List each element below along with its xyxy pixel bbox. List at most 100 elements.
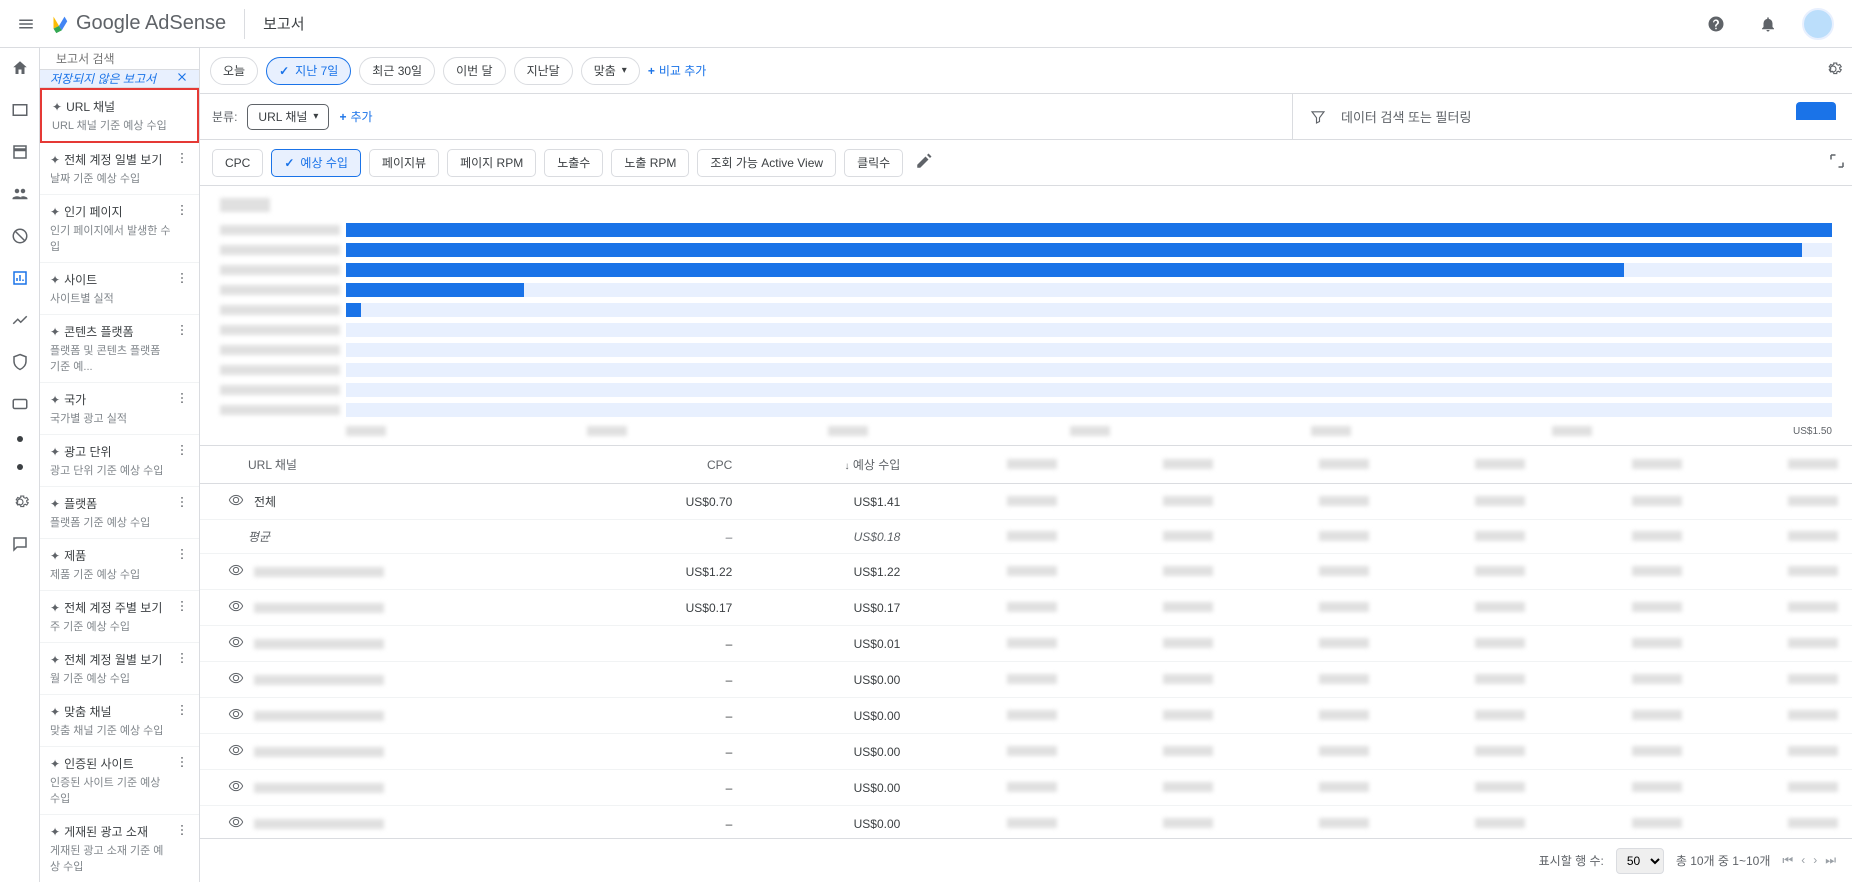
avatar[interactable] [1802,8,1834,40]
close-icon[interactable] [175,70,189,87]
th-cpc[interactable]: CPC [597,446,747,484]
people-icon[interactable] [10,184,30,204]
home-icon[interactable] [10,58,30,78]
report-item[interactable]: ✦ 국가국가별 광고 실적 [40,383,199,435]
expand-icon[interactable] [1828,152,1846,173]
metric-imp[interactable]: 노출수 [544,149,603,177]
filter-input[interactable]: 데이터 검색 또는 필터링 [1341,107,1471,126]
filter-icon[interactable] [1309,108,1327,126]
table-row[interactable]: –US$0.01 [200,626,1852,662]
report-item[interactable]: ✦ 광고 단위광고 단위 기준 예상 수입 [40,435,199,487]
more-icon[interactable] [175,271,189,288]
breakdown-chip[interactable]: URL 채널▾ [247,104,329,130]
more-icon[interactable] [175,323,189,340]
report-item[interactable]: ✦ 인증된 사이트인증된 사이트 기준 예상 수입 [40,747,199,815]
help-icon[interactable] [1698,6,1734,42]
more-icon[interactable] [175,823,189,840]
logo[interactable]: Google AdSense [48,12,226,35]
ads-icon[interactable] [10,100,30,120]
more-icon[interactable] [175,203,189,220]
rows-select[interactable]: 50 [1616,848,1664,874]
shield-icon[interactable] [10,352,30,372]
eye-icon[interactable] [228,778,244,797]
breakdown-add[interactable]: +추가 [339,108,372,125]
more-icon[interactable] [175,703,189,720]
report-item[interactable]: ✦ 사이트사이트별 실적 [40,263,199,315]
table-row[interactable]: US$0.17US$0.17 [200,590,1852,626]
save-corner[interactable] [1796,102,1836,120]
date-this-month[interactable]: 이번 달 [443,57,505,85]
side-rail [0,48,40,882]
metric-prpm[interactable]: 페이지 RPM [447,149,536,177]
report-item[interactable]: ✦ 전체 계정 일별 보기날짜 기준 예상 수입 [40,143,199,195]
more-icon[interactable] [175,651,189,668]
th-url[interactable]: URL 채널 [200,446,597,484]
feedback-icon[interactable] [10,534,30,554]
date-last7[interactable]: ✓지난 7일 [266,57,351,85]
row-name: 전체 [254,493,276,510]
reports-icon[interactable] [10,268,30,288]
table-row[interactable]: –US$0.00 [200,734,1852,770]
report-item[interactable]: ✦ 게재된 광고 소재게재된 광고 소재 기준 예상 수입 [40,815,199,882]
eye-icon[interactable] [228,562,244,581]
metric-est[interactable]: ✓예상 수입 [271,149,361,177]
metric-irpm[interactable]: 노출 RPM [611,149,689,177]
gear-icon[interactable] [1824,60,1842,81]
report-item[interactable]: ✦ URL 채널URL 채널 기준 예상 수입 [40,88,199,143]
metrics-bar: CPC ✓예상 수입 페이지뷰 페이지 RPM 노출수 노출 RPM 조회 가능… [200,140,1852,186]
metric-clicks[interactable]: 클릭수 [844,149,903,177]
sites-icon[interactable] [10,142,30,162]
payments-icon[interactable] [10,394,30,414]
more-icon[interactable] [175,151,189,168]
metric-av[interactable]: 조회 가능 Active View [697,149,836,177]
date-today[interactable]: 오늘 [210,57,258,85]
table-row[interactable]: –US$0.00 [200,698,1852,734]
table-row[interactable]: US$1.22US$1.22 [200,554,1852,590]
table-row[interactable]: –US$0.00 [200,806,1852,842]
chart-title [220,198,270,212]
optimize-icon[interactable] [10,310,30,330]
report-search-input[interactable] [56,52,200,66]
next-page-icon[interactable]: › [1813,853,1817,868]
add-compare[interactable]: +비교 추가 [648,62,707,79]
report-item[interactable]: ✦ 전체 계정 월별 보기월 기준 예상 수입 [40,643,199,695]
eye-icon[interactable] [228,814,244,833]
eye-icon[interactable] [228,742,244,761]
unsaved-report-banner[interactable]: 저장되지 않은 보고서 [40,70,199,88]
eye-icon[interactable] [228,670,244,689]
last-page-icon[interactable]: ⏭ [1825,853,1836,868]
report-item[interactable]: ✦ 인기 페이지인기 페이지에서 발생한 수입 [40,195,199,263]
more-icon[interactable] [175,391,189,408]
more-icon[interactable] [175,495,189,512]
block-icon[interactable] [10,226,30,246]
date-custom[interactable]: 맞춤▾ [581,57,640,85]
date-last30[interactable]: 최근 30일 [359,57,435,85]
table-row[interactable]: –US$0.00 [200,662,1852,698]
report-item[interactable]: ✦ 플랫폼플랫폼 기준 예상 수입 [40,487,199,539]
bell-icon[interactable] [1750,6,1786,42]
eye-icon[interactable] [228,598,244,617]
eye-icon[interactable] [228,634,244,653]
report-item[interactable]: ✦ 맞춤 채널맞춤 채널 기준 예상 수입 [40,695,199,747]
table-row[interactable]: –US$0.00 [200,770,1852,806]
more-icon[interactable] [175,443,189,460]
report-item[interactable]: ✦ 제품제품 기준 예상 수입 [40,539,199,591]
more-icon[interactable] [175,755,189,772]
pencil-icon[interactable] [915,152,933,173]
report-item[interactable]: ✦ 전체 계정 주별 보기주 기준 예상 수입 [40,591,199,643]
more-icon[interactable] [175,547,189,564]
first-page-icon[interactable]: ⏮ [1782,853,1793,868]
settings-icon[interactable] [10,492,30,512]
th-est[interactable]: ↓ 예상 수입 [746,446,914,484]
metric-pv[interactable]: 페이지뷰 [369,149,439,177]
report-item[interactable]: ✦ 콘텐츠 플랫폼플랫폼 및 콘텐츠 플랫폼 기준 예... [40,315,199,383]
prev-page-icon[interactable]: ‹ [1801,853,1805,868]
metric-cpc[interactable]: CPC [212,149,263,177]
data-table: URL 채널 CPC ↓ 예상 수입 전체US$0.70US$1.41평균–US… [200,446,1852,882]
eye-icon[interactable] [228,706,244,725]
more-icon[interactable] [175,599,189,616]
topbar: Google AdSense 보고서 [0,0,1852,48]
eye-icon[interactable] [228,492,244,511]
menu-icon[interactable] [8,6,44,42]
date-last-month[interactable]: 지난달 [514,57,573,85]
